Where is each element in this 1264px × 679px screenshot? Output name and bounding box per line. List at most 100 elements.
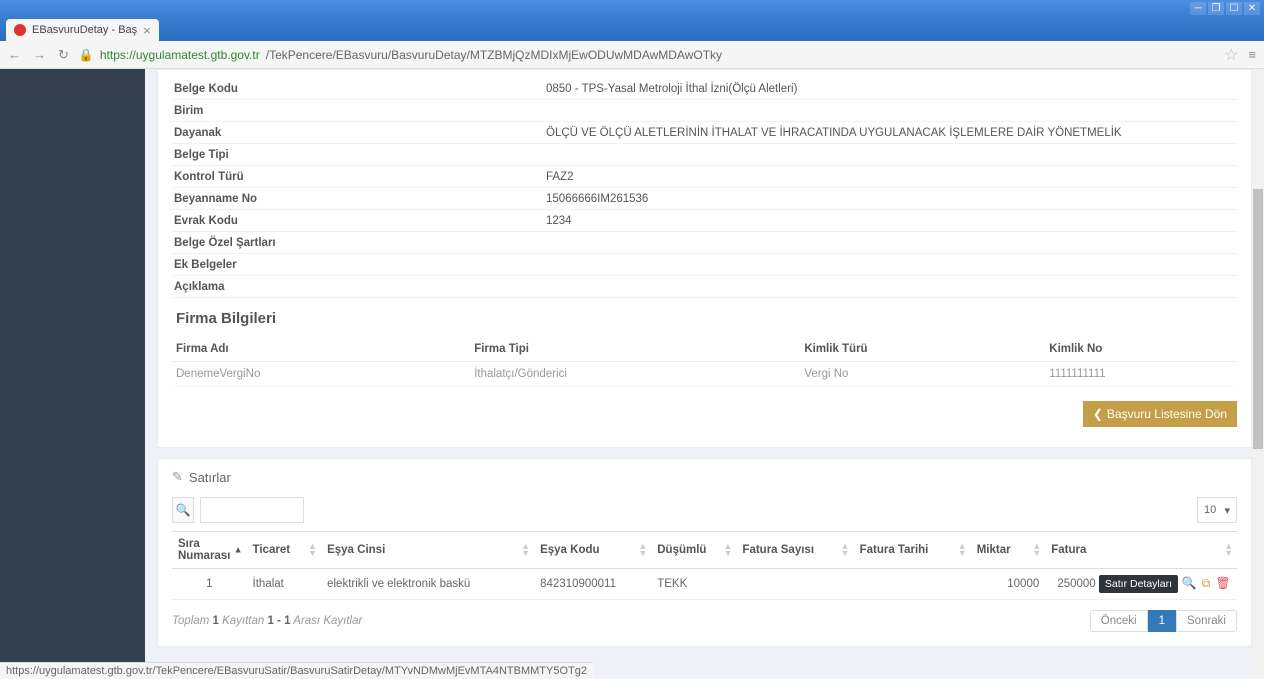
zoom-icon: 🔍 <box>1182 576 1197 590</box>
satirlar-title: Satırlar <box>189 470 231 485</box>
window-restore-button[interactable]: ❐ <box>1208 2 1224 15</box>
bookmark-star-icon[interactable]: ☆ <box>1224 45 1238 65</box>
detail-value: 1234 <box>540 210 1237 231</box>
th-miktar[interactable]: Miktar▲▼ <box>971 532 1046 569</box>
window-maximize-button[interactable]: ☐ <box>1226 2 1242 15</box>
firma-section-title: Firma Bilgileri <box>176 310 1237 327</box>
th-fatura-tarihi[interactable]: Fatura Tarihi▲▼ <box>854 532 971 569</box>
detail-row: Beyanname No15066666IM261536 <box>172 188 1237 210</box>
search-button[interactable]: 🔍 <box>172 497 194 523</box>
nav-back-icon[interactable]: ← <box>8 47 21 63</box>
cell-esya-kodu: 842310900011 <box>534 569 651 600</box>
detail-label: Ek Belgeler <box>172 254 540 275</box>
cell-esya-cinsi: elektrikli ve elektronik baskü <box>321 569 534 600</box>
th-esya-kodu[interactable]: Eşya Kodu▲▼ <box>534 532 651 569</box>
detail-row: Kontrol TürüFAZ2 <box>172 166 1237 188</box>
back-to-list-button[interactable]: ❮ Başvuru Listesine Dön <box>1083 401 1237 427</box>
row-detail-tooltip: Satır Detayları <box>1099 575 1178 593</box>
detail-value <box>540 276 1237 297</box>
detail-row: Ek Belgeler <box>172 254 1237 276</box>
th-dusumlu[interactable]: Düşümlü▲▼ <box>651 532 736 569</box>
detail-label: Dayanak <box>172 122 540 143</box>
url-path: /TekPencere/EBasvuru/BasvuruDetay/MTZBMj… <box>266 48 722 62</box>
detail-value <box>540 100 1237 121</box>
detail-row: Belge Tipi <box>172 144 1237 166</box>
th-esya-cinsi[interactable]: Eşya Cinsi▲▼ <box>321 532 534 569</box>
detail-row: DayanakÖLÇÜ VE ÖLÇÜ ALETLERİNİN İTHALAT … <box>172 122 1237 144</box>
chevron-down-icon: ▾ <box>1224 504 1230 517</box>
firma-tip: İthalatçı/Gönderici <box>470 362 800 387</box>
detail-label: Birim <box>172 100 540 121</box>
firma-th-kimlik-no: Kimlik No <box>1045 337 1237 362</box>
detail-label: Belge Kodu <box>172 78 540 99</box>
cell-fatura-sayisi <box>736 569 853 600</box>
browser-tabstrip: EBasvuruDetay - Baş × <box>0 17 1264 41</box>
detail-row: Belge Özel Şartları <box>172 232 1237 254</box>
favicon-icon <box>14 24 26 36</box>
detail-label: Açıklama <box>172 276 540 297</box>
detail-value: FAZ2 <box>540 166 1237 187</box>
window-close-button[interactable]: ✕ <box>1244 2 1260 15</box>
browser-statusbar: https://uygulamatest.gtb.gov.tr/TekPence… <box>0 662 593 679</box>
detail-label: Belge Tipi <box>172 144 540 165</box>
detail-portlet: Belge Kodu0850 - TPS-Yasal Metroloji İth… <box>157 69 1252 448</box>
url-host: https://uygulamatest.gtb.gov.tr <box>100 48 260 62</box>
pager-page-1[interactable]: 1 <box>1148 610 1176 632</box>
firma-kimlik-turu: Vergi No <box>800 362 1045 387</box>
row-detail-button[interactable]: 🔍 <box>1181 575 1197 591</box>
detail-row: Birim <box>172 100 1237 122</box>
cell-fatura-value: 250000 <box>1057 578 1095 590</box>
browser-tab[interactable]: EBasvuruDetay - Baş × <box>6 19 159 41</box>
window-minimize-button[interactable]: ─ <box>1190 2 1206 15</box>
tab-title: EBasvuruDetay - Baş <box>32 24 137 36</box>
search-icon: 🔍 <box>176 503 191 517</box>
copy-icon: ⧉ <box>1202 576 1211 591</box>
detail-label: Kontrol Türü <box>172 166 540 187</box>
content-area: Belge Kodu0850 - TPS-Yasal Metroloji İth… <box>145 69 1264 679</box>
tab-close-icon[interactable]: × <box>143 23 151 38</box>
row-copy-button[interactable]: ⧉ <box>1198 576 1214 592</box>
th-sira[interactable]: Sıra Numarası▲ <box>172 532 247 569</box>
th-fatura-sayisi[interactable]: Fatura Sayısı▲▼ <box>736 532 853 569</box>
detail-value: 0850 - TPS-Yasal Metroloji İthal İzni(Öl… <box>540 78 1237 99</box>
trash-icon: 🗑 <box>1215 576 1230 590</box>
detail-row: Evrak Kodu1234 <box>172 210 1237 232</box>
th-fatura[interactable]: Fatura▲▼ <box>1045 532 1237 569</box>
back-button-label: Başvuru Listesine Dön <box>1107 407 1227 421</box>
pager-prev[interactable]: Önceki <box>1090 610 1148 632</box>
detail-value: ÖLÇÜ VE ÖLÇÜ ALETLERİNİN İTHALAT VE İHRA… <box>540 122 1237 143</box>
grid-info: Toplam 1 Kayıttan 1 - 1 Arası Kayıtlar <box>172 615 362 627</box>
detail-value <box>540 232 1237 253</box>
vertical-scrollbar[interactable] <box>1252 69 1264 679</box>
detail-row: Açıklama <box>172 276 1237 298</box>
firma-th-ad: Firma Adı <box>172 337 470 362</box>
detail-value: 15066666IM261536 <box>540 188 1237 209</box>
firma-ad: DenemeVergiNo <box>172 362 470 387</box>
page-size-select[interactable]: 10 ▾ <box>1197 497 1237 523</box>
detail-value <box>540 254 1237 275</box>
th-ticaret[interactable]: Ticaret▲▼ <box>247 532 322 569</box>
firma-row: DenemeVergiNoİthalatçı/GöndericiVergi No… <box>172 362 1237 387</box>
firma-th-kimlik-turu: Kimlik Türü <box>800 337 1045 362</box>
detail-value <box>540 144 1237 165</box>
scrollbar-thumb[interactable] <box>1253 189 1263 449</box>
nav-forward-icon[interactable]: → <box>33 47 46 63</box>
firma-th-tip: Firma Tipi <box>470 337 800 362</box>
pager: Önceki 1 Sonraki <box>1090 610 1237 632</box>
firma-table: Firma Adı Firma Tipi Kimlik Türü Kimlik … <box>172 337 1237 387</box>
row-delete-button[interactable]: 🗑 <box>1215 575 1231 591</box>
page-size-value: 10 <box>1204 504 1216 516</box>
address-bar[interactable]: 🔒 https://uygulamatest.gtb.gov.tr/TekPen… <box>79 48 1214 62</box>
browser-toolbar: ← → ↻ 🔒 https://uygulamatest.gtb.gov.tr/… <box>0 41 1264 69</box>
satirlar-grid: Sıra Numarası▲ Ticaret▲▼ Eşya Cinsi▲▼ Eş… <box>172 531 1237 600</box>
detail-row: Belge Kodu0850 - TPS-Yasal Metroloji İth… <box>172 78 1237 100</box>
edit-icon: ✎ <box>172 469 183 485</box>
pager-next[interactable]: Sonraki <box>1176 610 1237 632</box>
browser-menu-icon[interactable]: ≡ <box>1248 47 1256 62</box>
firma-kimlik-no: 1111111111 <box>1045 362 1237 387</box>
detail-label: Beyanname No <box>172 188 540 209</box>
nav-reload-icon[interactable]: ↻ <box>58 47 69 63</box>
chevron-left-icon: ❮ <box>1093 407 1103 421</box>
search-input[interactable] <box>200 497 304 523</box>
cell-ticaret: İthalat <box>247 569 322 600</box>
